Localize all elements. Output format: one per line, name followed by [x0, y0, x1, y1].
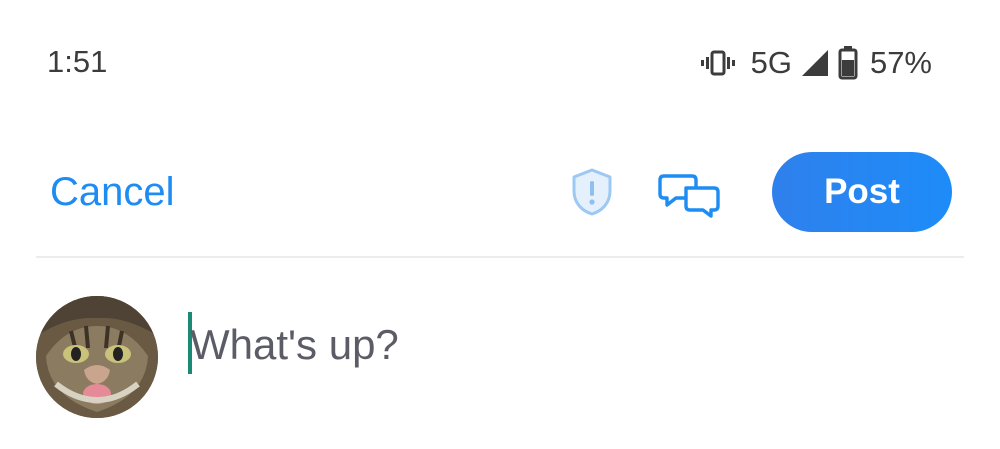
status-time: 1:51 — [47, 44, 108, 79]
status-bar: 1:51 5G 57% — [0, 0, 1000, 125]
battery-percent: 57% — [869, 45, 932, 80]
toolbar-divider — [36, 256, 964, 258]
avatar[interactable] — [36, 296, 158, 418]
status-icons: 5G 57% — [699, 44, 932, 82]
shield-alert-icon[interactable] — [566, 166, 618, 223]
cat-avatar — [36, 296, 158, 418]
post-button[interactable]: Post — [772, 152, 952, 232]
post-text-input[interactable] — [190, 314, 950, 376]
cancel-button[interactable]: Cancel — [50, 170, 175, 215]
composer-toolbar: Cancel Post — [0, 150, 1000, 235]
battery-icon — [838, 46, 858, 80]
vibrate-icon — [699, 48, 737, 78]
chat-bubbles-icon[interactable] — [656, 170, 722, 223]
network-type: 5G — [750, 45, 792, 80]
signal-icon — [800, 48, 830, 78]
composer — [0, 290, 1000, 440]
